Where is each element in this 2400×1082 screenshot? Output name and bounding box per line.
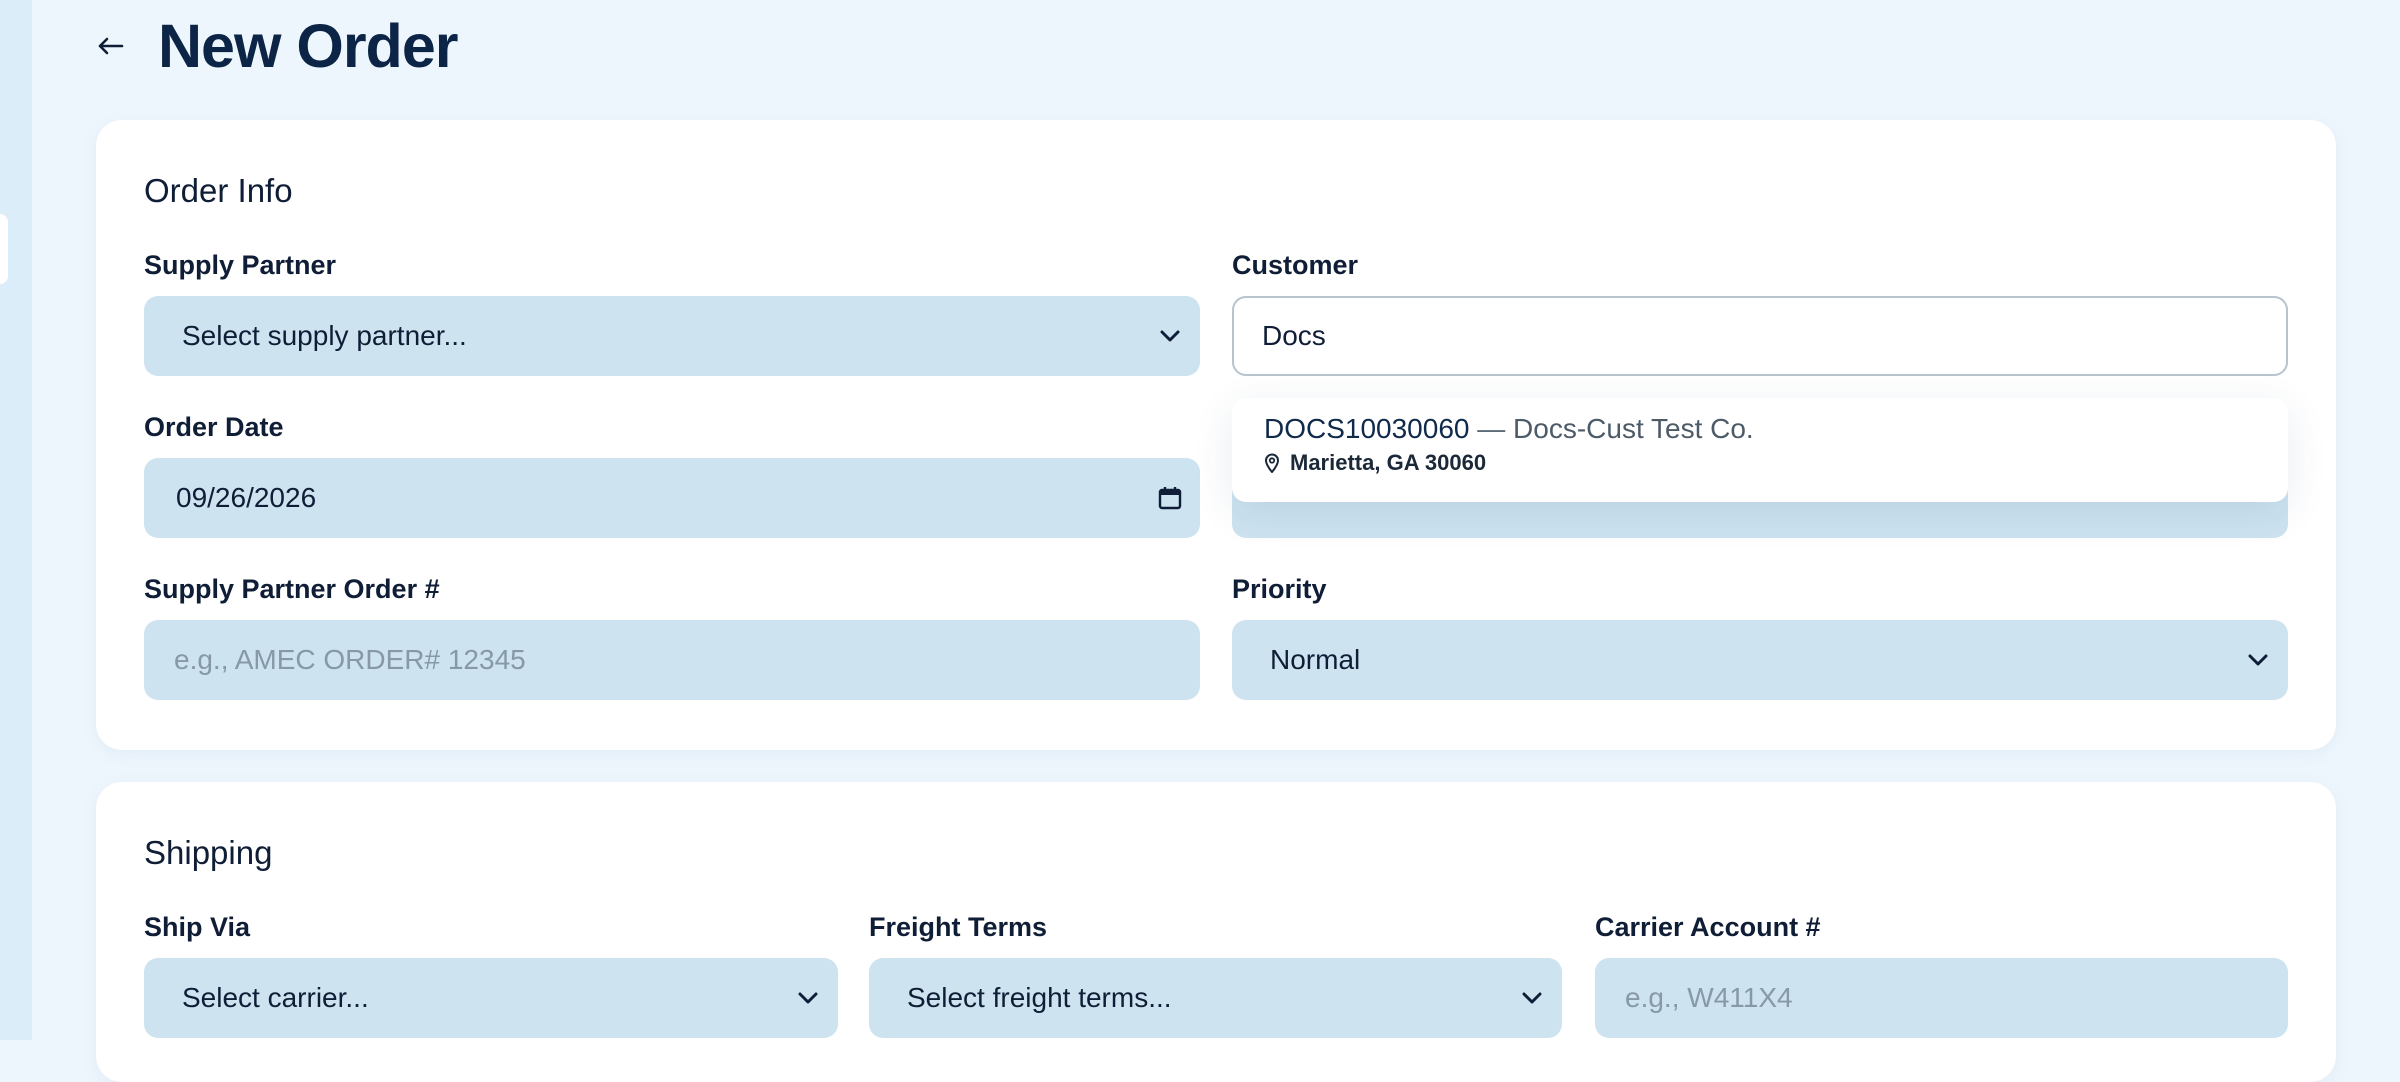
order-date-label: Order Date [144, 412, 284, 442]
suggestion-code: DOCS10030060 [1264, 413, 1470, 444]
chevron-down-icon [2228, 620, 2288, 700]
carrier-account-input[interactable]: e.g., W411X4 [1595, 958, 2288, 1038]
customer-suggestions-dropdown: DOCS10030060 — Docs-Cust Test Co. Mariet… [1232, 398, 2288, 502]
suggestion-separator: — [1477, 413, 1506, 444]
chevron-down-icon [778, 958, 838, 1038]
supply-partner-label: Supply Partner [144, 250, 337, 280]
sidebar [0, 0, 32, 1040]
order-info-title: Order Info [144, 172, 293, 209]
chevron-down-icon [1502, 958, 1562, 1038]
shipping-title: Shipping [144, 834, 273, 871]
suggestion-name: Docs-Cust Test Co. [1513, 413, 1754, 444]
priority-value: Normal [1270, 644, 1361, 675]
calendar-icon[interactable] [1140, 458, 1200, 538]
carrier-account-placeholder: e.g., W411X4 [1625, 982, 1793, 1013]
ship-via-value: Select carrier... [182, 982, 369, 1013]
customer-search-input[interactable]: Docs [1232, 296, 2288, 376]
priority-select[interactable]: Normal [1232, 620, 2288, 700]
chevron-down-icon [1140, 296, 1200, 376]
order-date-value: 09/26/2026 [176, 482, 317, 513]
customer-suggestion-item[interactable]: DOCS10030060 — Docs-Cust Test Co. Mariet… [1264, 412, 2256, 476]
page-title: New Order [158, 12, 458, 80]
arrow-left-icon [98, 37, 124, 55]
customer-input-value: Docs [1262, 320, 1326, 351]
shipping-card: Shipping Ship Via Select carrier... Frei… [96, 782, 2336, 1082]
ship-via-label: Ship Via [144, 912, 251, 942]
map-pin-icon [1264, 453, 1280, 473]
freight-terms-value: Select freight terms... [907, 982, 1172, 1013]
supply-partner-order-label: Supply Partner Order # [144, 574, 440, 604]
supply-partner-value: Select supply partner... [182, 320, 467, 351]
priority-label: Priority [1232, 574, 1327, 604]
supply-partner-select[interactable]: Select supply partner... [144, 296, 1200, 376]
freight-terms-label: Freight Terms [869, 912, 1048, 942]
order-date-input[interactable]: 09/26/2026 [144, 458, 1200, 538]
customer-label: Customer [1232, 250, 1359, 280]
sidebar-toggle[interactable] [0, 214, 8, 284]
supply-partner-order-input[interactable]: e.g., AMEC ORDER# 12345 [144, 620, 1200, 700]
suggestion-location: Marietta, GA 30060 [1290, 450, 1487, 475]
freight-terms-select[interactable]: Select freight terms... [869, 958, 1562, 1038]
ship-via-select[interactable]: Select carrier... [144, 958, 838, 1038]
back-button[interactable] [92, 28, 128, 64]
carrier-account-label: Carrier Account # [1595, 912, 1821, 942]
page-header: New Order [92, 10, 458, 82]
supply-partner-order-placeholder: e.g., AMEC ORDER# 12345 [174, 644, 526, 675]
